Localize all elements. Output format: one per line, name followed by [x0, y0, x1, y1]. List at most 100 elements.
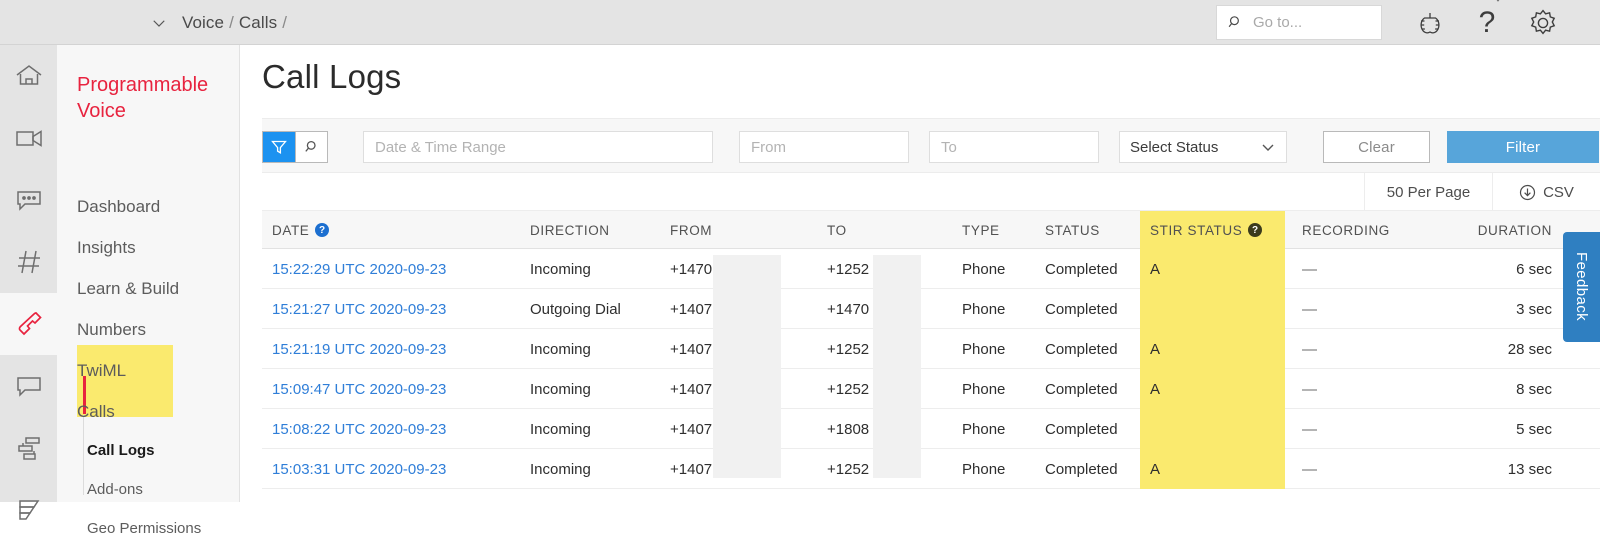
sidebar-item-geo-permissions[interactable]: Geo Permissions: [87, 520, 201, 537]
sidebar-item-calls[interactable]: Calls: [77, 402, 115, 422]
flow-builder-icon: [17, 437, 40, 460]
rail-item-channels[interactable]: [0, 231, 57, 293]
cell-duration: 8 sec: [1516, 380, 1552, 398]
filter-toggle-button[interactable]: [263, 132, 295, 162]
table-row[interactable]: 15:09:47 UTC 2020-09-23 Incoming +1407 +125…: [262, 369, 1600, 409]
csv-export-label: CSV: [1543, 183, 1574, 201]
hash-icon: [17, 250, 40, 274]
cell-recording: —: [1302, 340, 1317, 358]
column-header-stir-status[interactable]: STIR STATUS ?: [1140, 211, 1285, 249]
bug-icon[interactable]: [1413, 9, 1447, 37]
cell-recording: —: [1302, 260, 1317, 278]
cell-stir: A: [1140, 249, 1285, 289]
breadcrumb-separator: /: [229, 13, 234, 32]
stir-status-help-icon[interactable]: ?: [1248, 223, 1263, 237]
column-header-from[interactable]: FROM: [670, 211, 815, 249]
rail-item-voice[interactable]: [0, 293, 57, 355]
search-toggle-button[interactable]: [295, 132, 327, 162]
column-header-type[interactable]: TYPE: [962, 211, 1042, 249]
breadcrumb-item-calls[interactable]: Calls: [239, 13, 277, 32]
cell-duration: 13 sec: [1507, 460, 1552, 478]
filter-button[interactable]: Filter: [1447, 131, 1599, 163]
cell-direction: Outgoing Dial: [530, 300, 621, 318]
rail-item-chat[interactable]: [0, 355, 57, 417]
column-header-duration[interactable]: DURATION: [1442, 211, 1552, 249]
goto-search-input[interactable]: [1251, 13, 1361, 32]
column-header-stir-status-label: STIR STATUS: [1150, 222, 1243, 238]
table-row[interactable]: 15:08:22 UTC 2020-09-23 Incoming +1407 +180…: [262, 409, 1600, 449]
goto-search-box[interactable]: [1216, 5, 1382, 40]
table-row[interactable]: 15:03:31 UTC 2020-09-23 Incoming +1407 +125…: [262, 449, 1600, 489]
feedback-tab[interactable]: Feedback: [1563, 232, 1600, 342]
home-icon: [16, 65, 41, 85]
to-filter-input[interactable]: [929, 131, 1099, 163]
sidebar-item-dashboard[interactable]: Dashboard: [77, 197, 160, 217]
cell-recording: —: [1302, 460, 1317, 478]
cell-date[interactable]: 15:22:29 UTC 2020-09-23: [272, 249, 522, 289]
sidebar-group-line: [83, 415, 84, 495]
cell-date[interactable]: 15:08:22 UTC 2020-09-23: [272, 409, 522, 449]
sidebar-item-numbers[interactable]: Numbers: [77, 320, 146, 340]
sidebar-item-twiml[interactable]: TwiML: [77, 361, 126, 381]
cell-duration: 5 sec: [1516, 420, 1552, 438]
top-bar: Voice / Calls / ?: [0, 0, 1600, 45]
download-icon: [1519, 184, 1536, 200]
sidebar-item-learn-build[interactable]: Learn & Build: [77, 279, 179, 299]
icon-rail: [0, 45, 57, 520]
layers-icon: [18, 500, 39, 520]
video-camera-icon: [15, 130, 42, 147]
cell-duration: 3 sec: [1516, 300, 1552, 318]
redacted-from-number-overlay: [713, 255, 781, 478]
cell-direction: Incoming: [530, 460, 591, 478]
cell-date[interactable]: 15:21:27 UTC 2020-09-23: [272, 289, 522, 329]
column-header-recording[interactable]: RECORDING: [1302, 211, 1422, 249]
column-header-date-label: DATE: [272, 222, 310, 238]
table-row[interactable]: 15:21:19 UTC 2020-09-23 Incoming +1407 +125…: [262, 329, 1600, 369]
cell-date[interactable]: 15:09:47 UTC 2020-09-23: [272, 369, 522, 409]
chat-bubble-dots-icon: [16, 191, 41, 211]
cell-type: Phone: [962, 460, 1006, 478]
table-row[interactable]: 15:21:27 UTC 2020-09-23 Outgoing Dial +140…: [262, 289, 1600, 329]
from-filter-input[interactable]: [739, 131, 909, 163]
chevron-down-icon[interactable]: [150, 14, 168, 32]
help-icon[interactable]: ?: [1473, 6, 1501, 40]
sidebar-item-call-logs[interactable]: Call Logs: [87, 442, 155, 459]
cell-stir: [1140, 409, 1285, 449]
search-icon: [304, 140, 316, 152]
rail-item-messaging[interactable]: [0, 169, 57, 231]
cell-type: Phone: [962, 420, 1006, 438]
cell-type: Phone: [962, 340, 1006, 358]
search-icon: [1228, 16, 1239, 28]
view-mode-toggle-group: [262, 131, 328, 163]
csv-export-button[interactable]: CSV: [1492, 173, 1600, 211]
column-header-to[interactable]: TO: [827, 211, 972, 249]
per-page-selector[interactable]: 50 Per Page: [1364, 173, 1492, 211]
sidebar: Programmable Voice Dashboard Insights Le…: [57, 45, 240, 537]
cell-type: Phone: [962, 300, 1006, 318]
column-header-date[interactable]: DATE ?: [272, 211, 522, 249]
table-row[interactable]: 15:22:29 UTC 2020-09-23 Incoming +1470 +125…: [262, 249, 1600, 289]
rail-item-home[interactable]: [0, 45, 57, 107]
rail-item-studio[interactable]: [0, 417, 57, 479]
column-header-direction[interactable]: DIRECTION: [530, 211, 660, 249]
sidebar-item-add-ons[interactable]: Add-ons: [87, 481, 143, 498]
date-help-icon[interactable]: ?: [315, 223, 330, 237]
breadcrumb-item-voice[interactable]: Voice: [182, 13, 224, 32]
cell-direction: Incoming: [530, 420, 591, 438]
cell-date[interactable]: 15:03:31 UTC 2020-09-23: [272, 449, 522, 489]
cell-direction: Incoming: [530, 340, 591, 358]
table-body: 15:22:29 UTC 2020-09-23 Incoming +1470 +125…: [262, 249, 1600, 489]
table-options-strip: 50 Per Page CSV: [262, 173, 1600, 211]
cell-date[interactable]: 15:21:19 UTC 2020-09-23: [272, 329, 522, 369]
call-logs-table: DATE ? DIRECTION FROM TO TYPE STATUS STI…: [262, 211, 1600, 489]
table-header-row: DATE ? DIRECTION FROM TO TYPE STATUS STI…: [262, 211, 1600, 249]
rail-item-stack[interactable]: [0, 479, 57, 541]
date-time-range-input[interactable]: [363, 131, 713, 163]
clear-button[interactable]: Clear: [1323, 131, 1430, 163]
page-title: Call Logs: [262, 58, 402, 95]
sidebar-item-insights[interactable]: Insights: [77, 238, 136, 258]
gear-icon[interactable]: [1527, 7, 1559, 39]
cell-type: Phone: [962, 260, 1006, 278]
status-select[interactable]: Select Status: [1119, 131, 1287, 163]
rail-item-video[interactable]: [0, 107, 57, 169]
